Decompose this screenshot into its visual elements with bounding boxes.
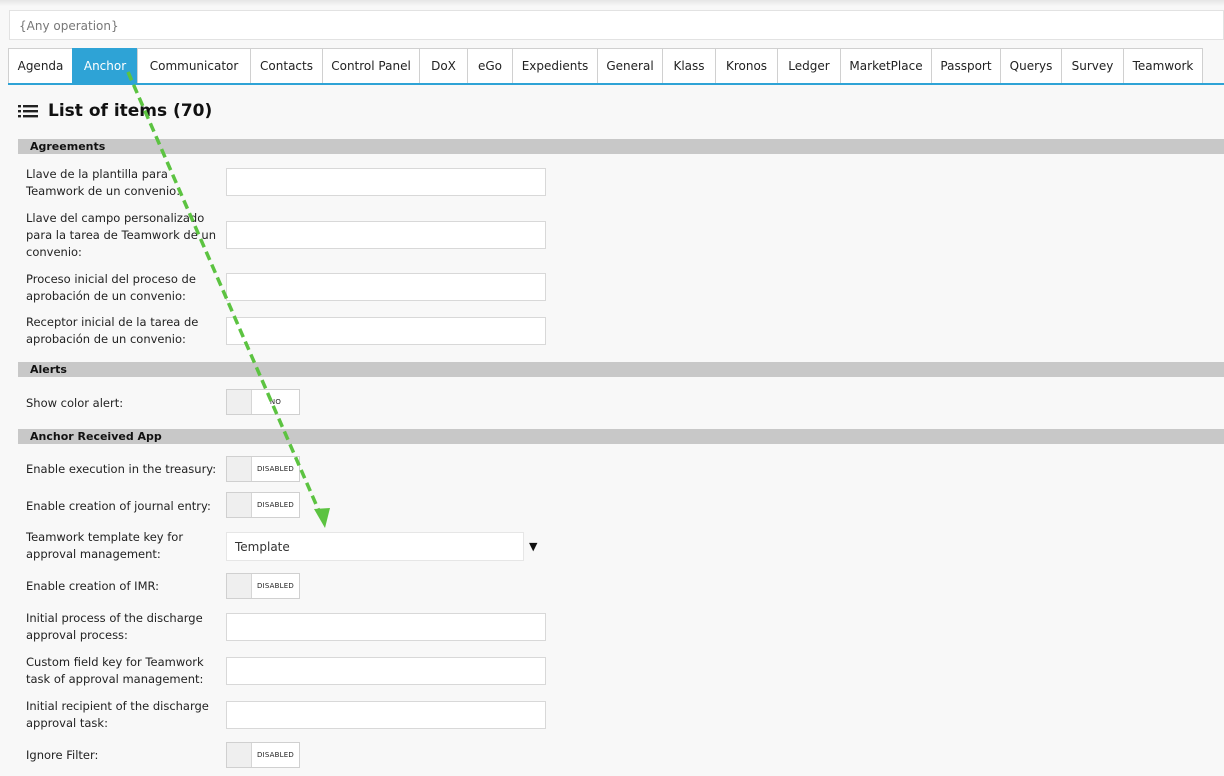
toggle-state: DISABLED (257, 751, 294, 759)
initial-process-input[interactable] (226, 273, 546, 301)
enable-treasury-toggle[interactable]: DISABLED (226, 456, 300, 482)
enable-journal-entry-toggle[interactable]: DISABLED (226, 492, 300, 518)
top-shadow (0, 0, 1224, 6)
field-label-initial-receiver: Receptor inicial de la tarea de aprobaci… (26, 315, 199, 346)
ignore-filter-toggle[interactable]: DISABLED (226, 742, 300, 768)
tab-anchor[interactable]: Anchor (72, 48, 138, 83)
field-label-custom-field-key: Llave del campo personalizado para la ta… (26, 211, 217, 259)
annotation-arrow-head (314, 508, 330, 528)
field-label-teamwork-template-key: Teamwork template key for approval manag… (26, 530, 184, 561)
toggle-state: DISABLED (257, 465, 294, 473)
toggle-knob (227, 457, 252, 481)
tab-teamwork[interactable]: Teamwork (1123, 48, 1203, 83)
toggle-state: NO (269, 398, 282, 406)
module-tabs: Agenda Anchor Communicator Contacts Cont… (8, 48, 1224, 85)
operation-select[interactable]: {Any operation} (9, 10, 1224, 40)
field-label-template-key: Llave de la plantilla para Teamwork de u… (26, 167, 181, 198)
caret-down-icon[interactable]: ▼ (529, 540, 537, 553)
tab-querys[interactable]: Querys (1000, 48, 1062, 83)
tab-agenda[interactable]: Agenda (8, 48, 73, 83)
toggle-knob (227, 493, 252, 517)
show-color-alert-toggle[interactable]: NO (226, 389, 300, 415)
toggle-state: DISABLED (257, 501, 294, 509)
tab-dox[interactable]: DoX (419, 48, 468, 83)
section-agreements: Agreements (18, 139, 1224, 154)
initial-receiver-input[interactable] (226, 317, 546, 345)
discharge-initial-recipient-input[interactable] (226, 701, 546, 729)
tab-general[interactable]: General (597, 48, 663, 83)
tab-kronos[interactable]: Kronos (715, 48, 778, 83)
tab-marketplace[interactable]: MarketPlace (840, 48, 932, 83)
custom-field-key-approval-input[interactable] (226, 657, 546, 685)
toggle-knob (227, 574, 252, 598)
tab-survey[interactable]: Survey (1061, 48, 1124, 83)
field-label-discharge-initial-process: Initial process of the discharge approva… (26, 611, 203, 642)
section-anchor-received-app: Anchor Received App (18, 429, 1224, 444)
field-label-enable-journal-entry: Enable creation of journal entry: (26, 499, 211, 513)
tab-communicator[interactable]: Communicator (137, 48, 251, 83)
custom-field-key-input[interactable] (226, 221, 546, 249)
field-label-enable-imr: Enable creation of IMR: (26, 579, 159, 593)
toggle-knob (227, 743, 252, 767)
tab-contacts[interactable]: Contacts (250, 48, 323, 83)
field-label-show-color-alert: Show color alert: (26, 396, 124, 410)
tab-ledger[interactable]: Ledger (777, 48, 841, 83)
tab-ego[interactable]: eGo (467, 48, 513, 83)
tab-control-panel[interactable]: Control Panel (322, 48, 420, 83)
field-label-custom-field-key-approval: Custom field key for Teamwork task of ap… (26, 655, 204, 686)
section-alerts: Alerts (18, 362, 1224, 377)
teamwork-template-select[interactable]: Template (226, 532, 524, 561)
field-label-enable-treasury: Enable execution in the treasury: (26, 462, 217, 476)
toggle-state: DISABLED (257, 582, 294, 590)
list-icon (18, 105, 38, 118)
field-label-discharge-initial-recipient: Initial recipient of the discharge appro… (26, 699, 209, 730)
template-key-input[interactable] (226, 168, 546, 196)
list-title: List of items (70) (18, 100, 212, 122)
tab-klass[interactable]: Klass (662, 48, 716, 83)
field-label-initial-process: Proceso inicial del proceso de aprobació… (26, 272, 196, 303)
field-label-ignore-filter: Ignore Filter: (26, 748, 99, 762)
tab-expedients[interactable]: Expedients (512, 48, 598, 83)
toggle-knob (227, 390, 252, 414)
enable-imr-toggle[interactable]: DISABLED (226, 573, 300, 599)
discharge-initial-process-input[interactable] (226, 613, 546, 641)
page-title: List of items (70) (48, 101, 213, 121)
tab-passport[interactable]: Passport (931, 48, 1001, 83)
